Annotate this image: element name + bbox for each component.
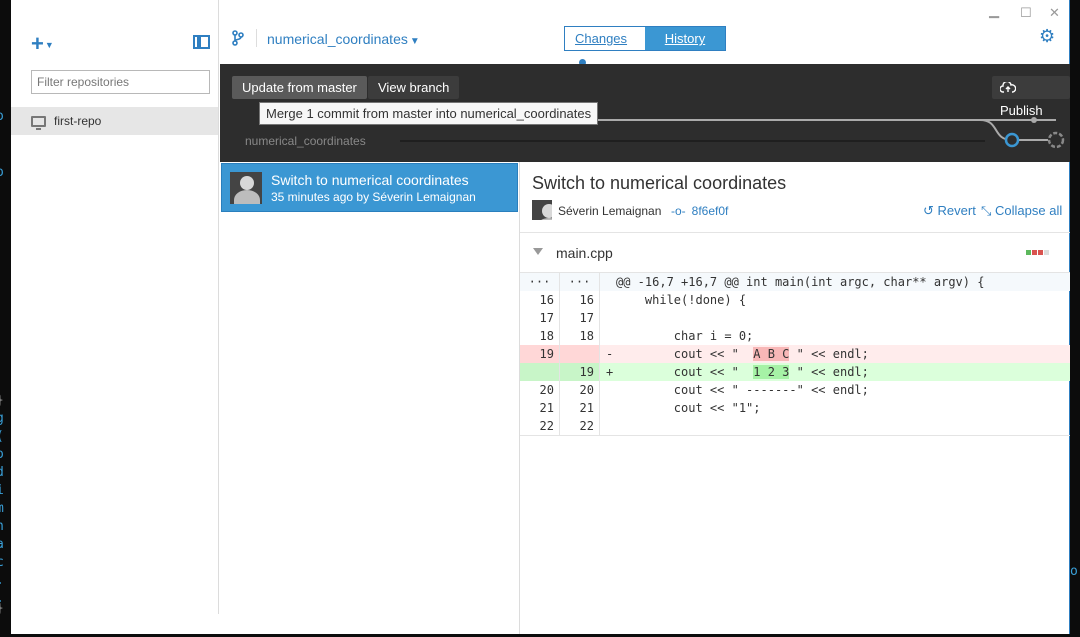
- tab-history[interactable]: History: [645, 27, 725, 50]
- commit-icon: -o-: [671, 204, 686, 218]
- commit-title: Switch to numerical coordinates: [271, 171, 469, 188]
- code-segment: cout << ": [616, 347, 754, 361]
- collapse-label: Collapse all: [995, 203, 1063, 218]
- add-repository-button[interactable]: +▼: [31, 31, 54, 57]
- new-line-number: 17: [560, 309, 600, 327]
- added-highlight: 1 2 3: [753, 365, 790, 379]
- toggle-sidebar-icon[interactable]: [193, 35, 210, 49]
- diff-marker: [600, 327, 616, 345]
- repo-item-first-repo[interactable]: first-repo: [11, 107, 218, 135]
- repo-label: first-repo: [54, 114, 102, 128]
- collapse-all-button[interactable]: ⤡ Collapse all: [981, 203, 1062, 219]
- diff-marker: [600, 291, 616, 309]
- diff-code: cout << " -------" << endl;: [616, 383, 869, 397]
- branch-icon: [232, 30, 244, 50]
- commit-author: Séverin Lemaignan: [558, 204, 662, 218]
- tab-changes-label: Changes: [575, 31, 628, 46]
- diff-code: cout << "1";: [616, 401, 761, 415]
- collapse-file-icon[interactable]: [533, 248, 543, 255]
- revert-label: Revert: [937, 203, 976, 218]
- maximize-icon[interactable]: ☐: [1020, 5, 1032, 21]
- diff-code: [616, 309, 1070, 327]
- new-line-number: 20: [560, 381, 600, 399]
- old-line-number: 19: [520, 345, 560, 363]
- old-line-number: 20: [520, 381, 560, 399]
- old-line-number: 17: [520, 309, 560, 327]
- diff-line: 21 21 cout << "1";: [520, 399, 1070, 417]
- new-line-number: 21: [560, 399, 600, 417]
- branch-selector[interactable]: numerical_coordinates ▼: [267, 31, 420, 47]
- code-segment: cout << ": [616, 365, 754, 379]
- filter-repositories-input[interactable]: [31, 70, 210, 94]
- diff-code: [616, 417, 1070, 435]
- tab-changes[interactable]: Changes: [565, 27, 645, 66]
- diff-line: 17 17: [520, 309, 1070, 327]
- branch-name: numerical_coordinates: [267, 31, 408, 47]
- diff-marker: [600, 399, 616, 417]
- monitor-icon: [31, 115, 46, 130]
- diff-line: 20 20 cout << " -------" << endl;: [520, 381, 1070, 399]
- old-line-number: 16: [520, 291, 560, 309]
- deleted-highlight: A B C: [753, 347, 790, 361]
- hunk-header-text: @@ -16,7 +16,7 @@ int main(int argc, cha…: [616, 275, 985, 289]
- close-icon[interactable]: ✕: [1049, 5, 1060, 21]
- branch-toolbar: Update from master View branch Publish n…: [220, 64, 1070, 162]
- author-avatar: [532, 200, 552, 220]
- diff-marker: [600, 381, 616, 399]
- diff-code: cout << " 1 2 3 " << endl;: [616, 363, 1070, 381]
- background-terminal: o o } g ( o d i m n a c . . }: [0, 0, 11, 637]
- diff-file-name: main.cpp: [556, 245, 613, 261]
- diff-line: 16 16 while(!done) {: [520, 291, 1070, 309]
- diff-marker: [600, 417, 616, 435]
- diff-view: ··· ··· @@ -16,7 +16,7 @@ int main(int a…: [520, 272, 1070, 436]
- old-line-number: [520, 363, 560, 381]
- tab-history-label: History: [664, 31, 706, 46]
- old-line-number: 21: [520, 399, 560, 417]
- diff-line: 22 22: [520, 417, 1070, 435]
- diff-line: 18 18 char i = 0;: [520, 327, 1070, 345]
- revert-button[interactable]: ↺ Revert: [923, 203, 976, 219]
- collapse-icon: ⤡: [981, 203, 992, 218]
- diff-hunk-header: ··· ··· @@ -16,7 +16,7 @@ int main(int a…: [520, 273, 1070, 291]
- new-line-number: 18: [560, 327, 600, 345]
- old-line-number: 18: [520, 327, 560, 345]
- diff-marker: +: [606, 365, 614, 379]
- divider: [256, 29, 257, 47]
- diff-line-added: 19 + cout << " 1 2 3 " << endl;: [520, 363, 1070, 381]
- diff-line-deleted: 19 - cout << " A B C " << endl;: [520, 345, 1070, 363]
- new-line-number: [560, 345, 600, 363]
- github-desktop-window: +▼ first-repo numerical_coordinates▼ Cha…: [11, 0, 1070, 634]
- commit-sha: 8f6ef0f: [691, 204, 729, 218]
- diff-marker: [600, 309, 616, 327]
- divider: [520, 232, 1070, 233]
- commit-meta: 35 minutes ago by Séverin Lemaignan: [271, 189, 476, 204]
- background-terminal-right: o: [1070, 564, 1078, 579]
- diff-code: while(!done) {: [616, 293, 747, 307]
- minimize-icon[interactable]: ▁: [989, 3, 999, 19]
- diff-stat-bar: [1026, 250, 1049, 255]
- commit-sha-link[interactable]: -o- 8f6ef0f: [671, 204, 728, 218]
- chevron-down-icon: ▼: [44, 40, 54, 51]
- gear-icon[interactable]: ⚙: [1039, 26, 1055, 47]
- old-line-number: 22: [520, 417, 560, 435]
- diff-code: char i = 0;: [616, 329, 754, 343]
- avatar: [230, 171, 262, 204]
- code-segment: " << endl;: [789, 347, 869, 361]
- new-line-number: 16: [560, 291, 600, 309]
- diff-marker: -: [606, 347, 614, 361]
- tooltip: Merge 1 commit from master into numerica…: [259, 102, 599, 125]
- view-tabs: Changes History: [564, 26, 726, 66]
- code-segment: " << endl;: [789, 365, 869, 379]
- sidebar: +▼ first-repo: [11, 0, 219, 614]
- commit-list-item[interactable]: Switch to numerical coordinates 35 minut…: [221, 163, 518, 212]
- revert-icon: ↺: [923, 203, 934, 218]
- new-line-number: 19: [560, 363, 600, 381]
- commit-detail-title: Switch to numerical coordinates: [532, 173, 787, 193]
- caret-down-icon: ▼: [409, 36, 420, 47]
- diff-code: cout << " A B C " << endl;: [616, 345, 1070, 363]
- hunk-expand-old[interactable]: ···: [520, 273, 560, 291]
- hunk-expand-new[interactable]: ···: [560, 273, 600, 291]
- new-line-number: 22: [560, 417, 600, 435]
